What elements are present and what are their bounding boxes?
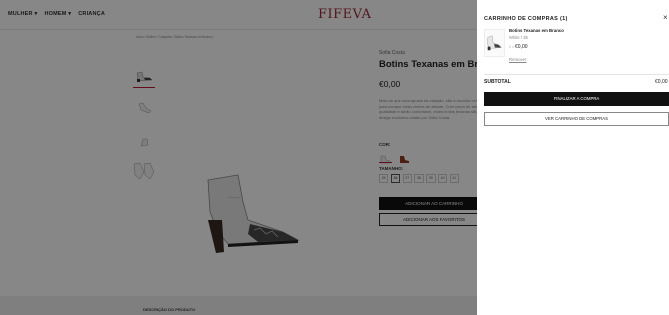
subtotal-value: €0,00 bbox=[655, 79, 668, 85]
cart-item-variant: White / 35 bbox=[509, 35, 528, 40]
cart-item-name[interactable]: Botins Texanas em Branco bbox=[509, 28, 564, 33]
cart-drawer: CARRINHO DE COMPRAS (1) × Botins Texanas… bbox=[477, 0, 669, 315]
cart-item-price: €0,00 bbox=[515, 44, 528, 50]
cart-title: CARRINHO DE COMPRAS (1) bbox=[484, 16, 568, 22]
remove-item-link[interactable]: Remover bbox=[509, 57, 526, 62]
view-cart-button[interactable]: VER CARRINHO DE COMPRAS bbox=[484, 112, 669, 126]
cart-item-quantity: 1 × bbox=[509, 45, 515, 49]
cart-item-image[interactable] bbox=[484, 29, 505, 57]
checkout-button[interactable]: FINALIZAR A COMPRA bbox=[484, 92, 669, 106]
divider bbox=[484, 74, 669, 75]
subtotal-label: SUBTOTAL bbox=[484, 79, 511, 85]
close-icon[interactable]: × bbox=[663, 13, 668, 22]
